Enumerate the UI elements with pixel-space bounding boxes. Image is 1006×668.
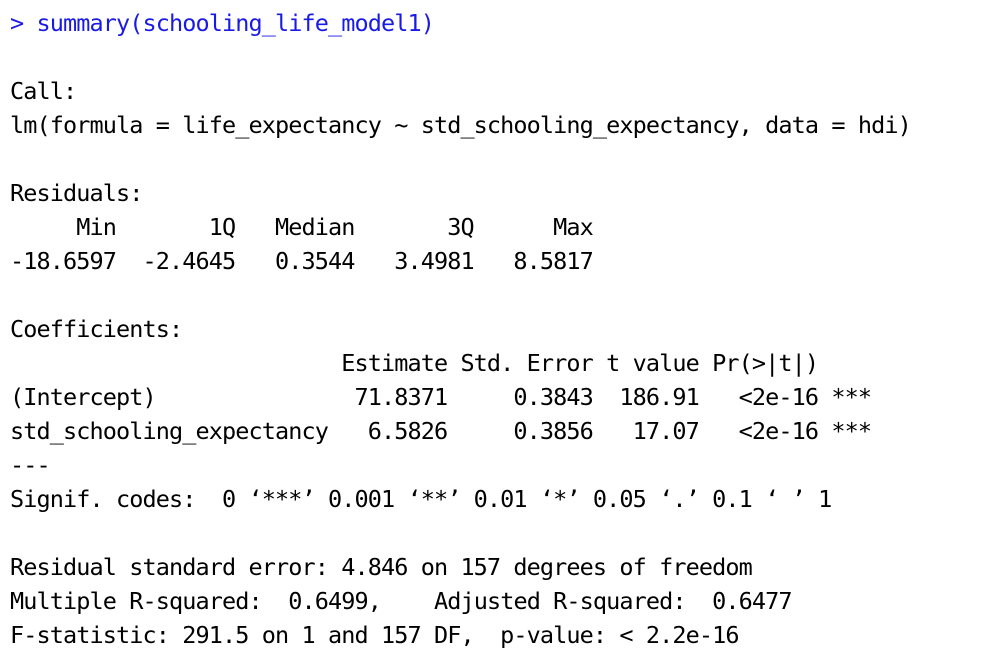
coefficients-header-row: Estimate Std. Error t value Pr(>|t|) bbox=[10, 349, 872, 377]
signif-codes-line: Signif. codes: 0 ‘***’ 0.001 ‘**’ 0.01 ‘… bbox=[10, 485, 832, 513]
r-console-output: > summary(schooling_life_model1) Call: l… bbox=[10, 6, 1000, 652]
coefficient-row-intercept: (Intercept) 71.8371 0.3843 186.91 <2e-16… bbox=[10, 383, 872, 411]
console-command-line: > summary(schooling_life_model1) bbox=[10, 9, 435, 37]
f-statistic-line: F-statistic: 291.5 on 1 and 157 DF, p-va… bbox=[10, 621, 740, 649]
residuals-values-row: -18.6597 -2.4645 0.3544 3.4981 8.5817 bbox=[10, 247, 607, 275]
residuals-header-row: Min 1Q Median 3Q Max bbox=[10, 213, 607, 241]
residuals-heading: Residuals: bbox=[10, 179, 143, 207]
separator-line: --- bbox=[10, 451, 51, 479]
r-squared-line: Multiple R-squared: 0.6499, Adjusted R-s… bbox=[10, 587, 805, 615]
coefficient-row-std-schooling-expectancy: std_schooling_expectancy 6.5826 0.3856 1… bbox=[10, 417, 872, 445]
residual-standard-error-line: Residual standard error: 4.846 on 157 de… bbox=[10, 553, 753, 581]
call-heading: Call: bbox=[10, 77, 77, 105]
coefficients-heading: Coefficients: bbox=[10, 315, 183, 343]
call-formula: lm(formula = life_expectancy ~ std_schoo… bbox=[10, 111, 912, 139]
